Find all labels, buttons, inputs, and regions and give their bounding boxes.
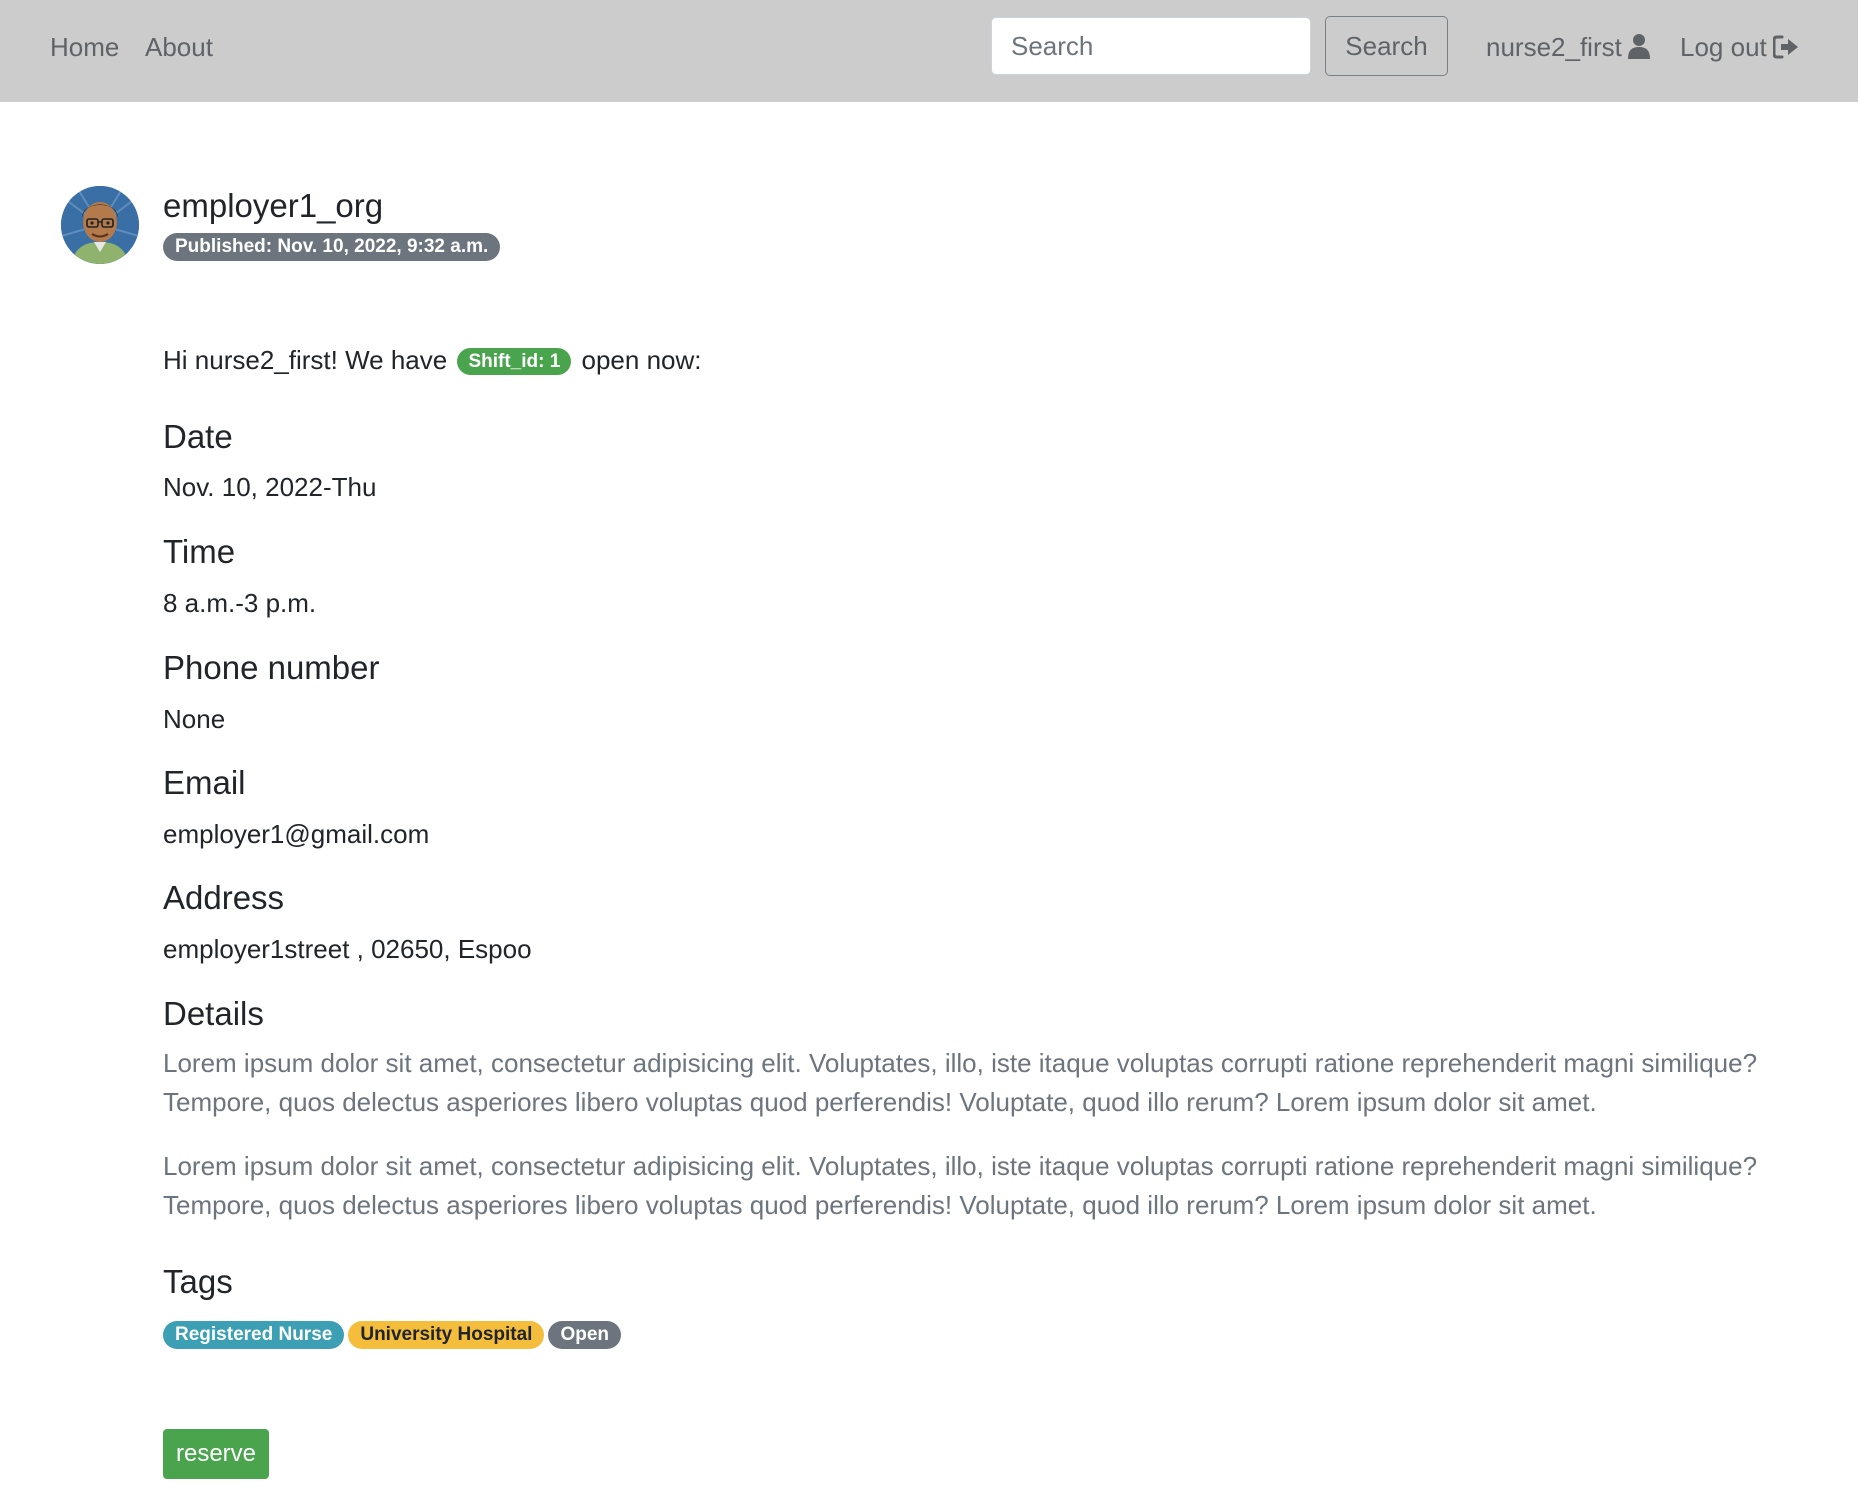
intro-text: Hi nurse2_first! We have Shift_id: 1 ope… [163,343,702,377]
nav-home-link[interactable]: Home [50,30,119,64]
author-name: employer1_org [163,187,384,224]
sign-out-icon [1772,33,1799,67]
time-heading: Time [163,533,236,570]
logout-label: Log out [1680,32,1767,62]
logout-link[interactable]: Log out [1680,30,1799,67]
intro-greeting: Hi nurse2_first! We have [163,345,448,375]
phone-heading: Phone number [163,649,380,686]
date-heading: Date [163,418,233,455]
shift-id-badge: Shift_id: 1 [457,348,572,375]
details-heading: Details [163,995,264,1032]
tags-heading: Tags [163,1263,233,1300]
navbar: Home About Search nurse2_first Log out [0,0,1858,102]
reserve-button[interactable]: reserve [163,1429,269,1479]
tags-list: Registered Nurse University Hospital Open [163,1321,625,1349]
published-badge: Published: Nov. 10, 2022, 9:32 a.m. [163,233,501,261]
tag-university-hospital: University Hospital [348,1321,545,1349]
email-heading: Email [163,764,246,801]
username-label: nurse2_first [1486,32,1622,62]
avatar [61,186,139,264]
tag-open: Open [548,1321,622,1349]
details-paragraph-2: Lorem ipsum dolor sit amet, consectetur … [163,1151,1758,1220]
intro-suffix: open now: [581,345,702,375]
user-icon [1627,33,1650,67]
address-heading: Address [163,879,285,916]
user-profile-link[interactable]: nurse2_first [1486,30,1650,67]
search-button[interactable]: Search [1325,16,1448,76]
date-value: Nov. 10, 2022-Thu [163,472,377,502]
avatar-image [61,186,139,264]
tag-registered-nurse: Registered Nurse [163,1321,345,1349]
search-input[interactable] [991,17,1311,75]
details-paragraph-1: Lorem ipsum dolor sit amet, consectetur … [163,1048,1758,1117]
phone-value: None [163,704,226,734]
address-value: employer1street , 02650, Espoo [163,934,532,964]
email-value: employer1@gmail.com [163,819,430,849]
nav-about-link[interactable]: About [145,30,213,64]
time-value: 8 a.m.-3 p.m. [163,588,317,618]
